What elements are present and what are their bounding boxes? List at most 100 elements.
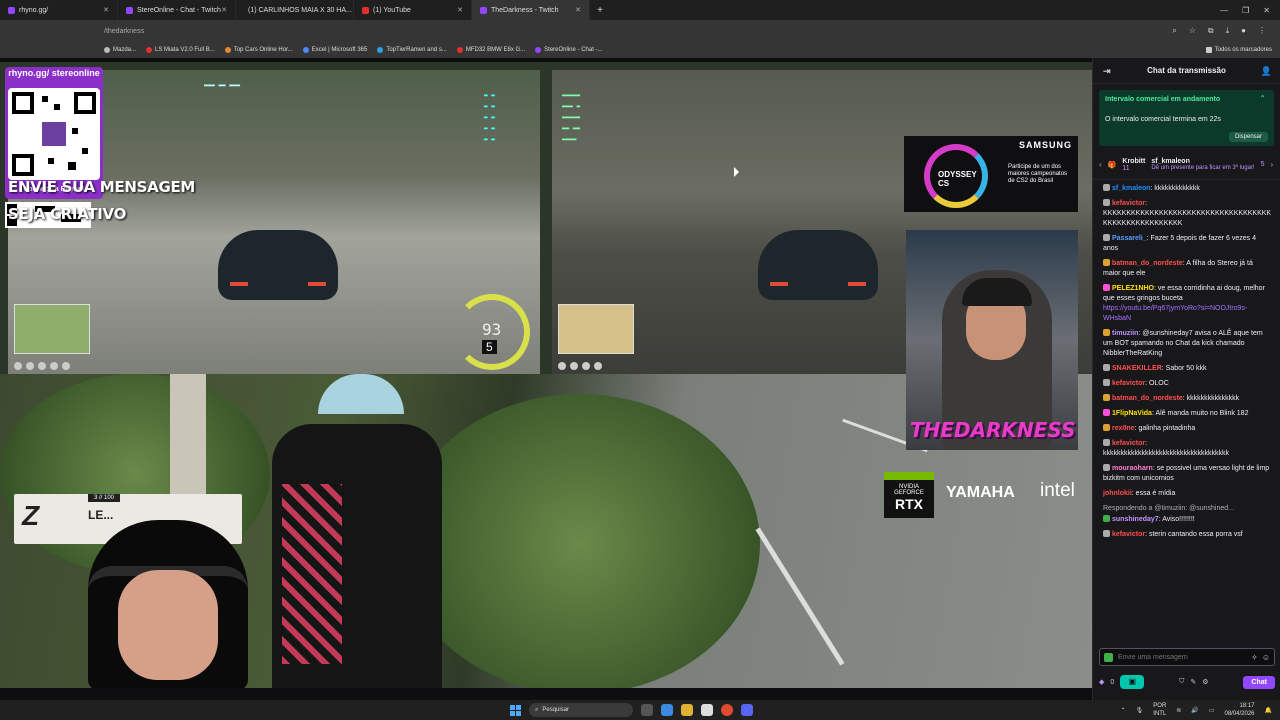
browser-tab[interactable]: rhyno.gg/✕ <box>0 0 118 20</box>
menu-icon[interactable]: ⋮ <box>1258 26 1266 36</box>
bookmark-icon <box>377 47 384 53</box>
store-icon[interactable] <box>701 704 713 716</box>
chat-username[interactable]: 1FlipNaVida <box>1112 410 1152 417</box>
hud-telemetry: ▬▬▬▬▬ ▬▬▬ ▬ ▬▬▬▬▬ ▬▬ ▬▬ ▬▬▬▬ <box>562 92 581 143</box>
shield-icon[interactable]: ⛉ <box>1179 678 1184 686</box>
bookmark-item[interactable]: Excel | Microsoft 365 <box>302 47 367 53</box>
chat-username[interactable]: kefavictor <box>1112 380 1145 387</box>
windows-start-icon[interactable] <box>510 704 521 716</box>
chevron-left-icon[interactable]: ‹ <box>1099 160 1102 169</box>
chevron-up-icon[interactable]: ⌃ <box>1259 94 1266 103</box>
extensions-icon[interactable]: ⧉ <box>1208 26 1214 36</box>
chat-send-button[interactable]: Chat <box>1243 675 1275 689</box>
emote-icon[interactable]: ☺ <box>1262 653 1270 662</box>
task-view-icon[interactable] <box>641 704 653 716</box>
channel-points-button[interactable]: ▣ <box>1120 675 1145 689</box>
all-bookmarks[interactable]: Todos os marcadores <box>1205 47 1280 53</box>
stream-video[interactable]: ▬▬▬ ▬▬ ▬▬▬ ▬ ▬ ▬ ▬ ▬ ▬ ▬ ▬ ▬ ▬ 93 5 ▬▬▬▬▬ ▬▬▬… <box>0 62 1092 688</box>
minimize-icon[interactable]: — <box>1220 6 1228 15</box>
chat-username[interactable]: SNAKEKILLER <box>1112 365 1162 372</box>
collapse-chat-icon[interactable]: ⇥ <box>1103 66 1111 77</box>
close-window-icon[interactable]: ✕ <box>1263 6 1270 15</box>
settings-icon[interactable]: ⚙ <box>1202 678 1208 686</box>
streamer-logo: THEDARKNESS <box>910 418 1076 442</box>
browser-tab-active[interactable]: TheDarkness - Twitch ✕ <box>472 0 590 20</box>
bookmark-item[interactable]: StereOnline - Chat -... <box>535 47 603 53</box>
new-tab-button[interactable]: + <box>590 5 610 16</box>
chat-username[interactable]: kefavictor <box>1112 200 1145 207</box>
chat-text: : OLOC <box>1145 380 1169 387</box>
file-explorer-icon[interactable] <box>681 704 693 716</box>
profile-icon[interactable]: ● <box>1241 26 1246 36</box>
community-icon[interactable]: 👤 <box>1261 66 1272 77</box>
notification-icon[interactable]: 🔔 <box>1265 707 1272 714</box>
browser-tab[interactable]: (1) CARLINHOS MAIA X 30 HA...✕ <box>236 0 354 20</box>
bookmark-star-icon[interactable]: ☆ <box>1189 26 1196 36</box>
user-badge-icon <box>1103 234 1110 241</box>
bookmark-icon <box>224 47 231 53</box>
chat-username[interactable]: timuziin <box>1112 330 1138 337</box>
road-marking <box>755 527 845 666</box>
bookmark-item[interactable]: TopTierRamen and s... <box>377 47 447 53</box>
close-icon[interactable]: ✕ <box>575 6 581 14</box>
browser-tab[interactable]: (1) YouTube ✕ <box>354 0 472 20</box>
chat-username[interactable]: batman_do_nordeste <box>1112 260 1183 267</box>
bookmark-item[interactable]: LS Miata V2.0 Full B... <box>146 47 215 53</box>
chat-username[interactable]: PELEZ1NHO <box>1112 285 1154 292</box>
chat-username[interactable]: rex0ne <box>1112 425 1135 432</box>
magic-icon[interactable]: ✧ <box>1251 653 1258 662</box>
maximize-icon[interactable]: ❐ <box>1242 6 1249 15</box>
chat-message: kefavictor: KKKKKKKKKKKKKKKKKKKKKKKKKKKK… <box>1103 199 1272 229</box>
ad-break-banner: Intervalo comercial em andamento ⌃ O int… <box>1099 90 1274 146</box>
bookmark-icon <box>104 47 110 53</box>
chat-message: timuziin: @sunshineday7 avisa o ALÊ aque… <box>1103 329 1272 359</box>
url-field[interactable]: /thedarkness <box>104 28 1172 35</box>
chat-username[interactable]: kefavictor <box>1112 440 1145 447</box>
chat-username[interactable]: kefavictor <box>1112 531 1145 538</box>
chevron-up-icon[interactable]: ⌃ <box>1121 707 1126 714</box>
hud-telemetry: ▬ ▬ ▬ ▬ ▬ ▬ ▬ ▬ ▬ ▬ <box>484 92 495 143</box>
chat-link[interactable]: https://youtu.be/Pq67jymYoRo?si=NOOJtro9… <box>1103 305 1247 322</box>
zoom-icon[interactable]: ⌕ <box>1172 26 1176 36</box>
chat-text: : galinha pintadinha <box>1134 425 1196 432</box>
copilot-icon[interactable] <box>661 704 673 716</box>
tab-favicon-icon <box>126 6 133 14</box>
user-badge-icon <box>1103 199 1110 206</box>
bookmark-item[interactable]: Top Cars Online Hor... <box>224 47 293 53</box>
clock[interactable]: 18:17 08/04/2026 <box>1224 702 1254 718</box>
chat-username[interactable]: Passareli_ <box>1112 235 1147 242</box>
bookmark-item[interactable]: MFD32 BMW E8x G... <box>456 47 525 53</box>
mic-icon[interactable]: 🎙 <box>1136 707 1144 714</box>
close-icon[interactable]: ✕ <box>103 6 109 14</box>
chat-input-wrap: ✧ ☺ <box>1099 648 1275 666</box>
gift-icon: 🎁 <box>1107 161 1117 169</box>
chat-username[interactable]: sunshineday7 <box>1112 516 1159 523</box>
close-icon[interactable]: ✕ <box>457 6 463 14</box>
chat-username[interactable]: johnlokii <box>1103 490 1132 497</box>
pen-icon[interactable]: ✎ <box>1190 678 1196 686</box>
chat-username[interactable]: mouraoharn <box>1112 465 1153 472</box>
chat-bottom-bar: ◆ 0 ▣ ⛉ ✎ ⚙ Chat <box>1099 672 1275 692</box>
volume-icon[interactable]: 🔊 <box>1191 707 1198 714</box>
chat-message: sf_kmaleon: kkkkkkkkkkkkk <box>1103 184 1272 194</box>
wifi-icon[interactable]: ≋ <box>1176 707 1181 714</box>
bookmark-item[interactable]: Mazda... <box>104 47 136 53</box>
badge-icon[interactable] <box>1104 652 1113 662</box>
chrome-icon[interactable] <box>721 704 733 716</box>
chat-input[interactable] <box>1118 653 1248 661</box>
chevron-right-icon[interactable]: › <box>1271 160 1274 169</box>
message-overlay: ENVIE SUA MENSAGEM SEJA CRIATIVO <box>8 174 195 228</box>
language-indicator[interactable]: POR INTL <box>1153 702 1166 718</box>
battery-icon[interactable]: ▭ <box>1209 707 1215 714</box>
close-icon[interactable]: ✕ <box>221 6 227 14</box>
discord-icon[interactable] <box>741 704 753 716</box>
chat-username[interactable]: sf_kmaleon <box>1112 185 1151 192</box>
downloads-icon[interactable]: ⤓ <box>1226 26 1230 36</box>
browser-tab[interactable]: StereOnline - Chat - Twitch ✕ <box>118 0 236 20</box>
bookmark-icon <box>302 47 309 53</box>
dismiss-button[interactable]: Dispensar <box>1228 132 1268 142</box>
chat-messages: sf_kmaleon: kkkkkkkkkkkkk kefavictor: KKK… <box>1093 180 1280 632</box>
chat-username[interactable]: batman_do_nordeste <box>1112 395 1183 402</box>
taskbar-search[interactable]: ⌕ Pesquisar <box>529 703 633 717</box>
bits-icon[interactable]: ◆ <box>1099 678 1104 686</box>
